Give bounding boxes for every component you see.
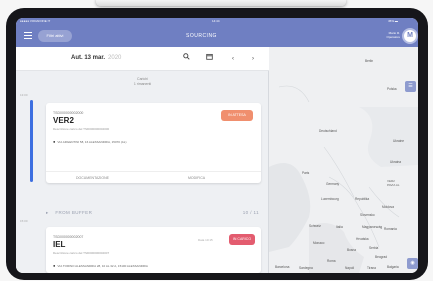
shipment-id: TSD000000002007	[53, 235, 84, 239]
map-city-label: Polska	[387, 87, 397, 91]
map-city-label: Berlin	[365, 59, 374, 63]
stylus	[96, 0, 346, 6]
shipment-description: Descrizione carico del TSD000000002007	[53, 251, 110, 255]
map-city-label: Roma	[327, 259, 336, 263]
map-city-label: Sardegna	[299, 266, 313, 270]
shipment-address: VIA TORINO ALESSANDRIA 28, 10 AL 32 A, 1…	[53, 263, 148, 268]
shipment-code: IEL	[53, 240, 66, 249]
chevron-right-icon[interactable]: ›	[246, 53, 260, 65]
time-mark-top: 13:00	[20, 93, 28, 97]
map-city-label: Germany	[326, 182, 340, 186]
shipment-address: VIA ARGENTINI 58, 16 ALESSANDRIA, 15070 …	[53, 139, 126, 144]
edit-link[interactable]: MODIFICA	[188, 176, 205, 180]
date-year: 2020	[108, 55, 122, 61]
map-city-label: Serbia	[369, 246, 379, 250]
tablet-frame: ●●●●● VODAFONE IT 14:44 45% ▬ Filtri att…	[6, 8, 428, 280]
user-role: Operatore	[386, 35, 400, 39]
map-city-label: Republika	[355, 197, 370, 201]
filter-pill[interactable]: Filtri attivi	[38, 30, 72, 42]
map-city-label: Ukraina	[390, 160, 401, 164]
card-footer: DOCUMENTAZIONE MODIFICA	[46, 171, 261, 183]
date-toolbar: Aut. 13 mar. 2020 ‹ ›	[16, 47, 269, 71]
shipment-time: Data 10:15	[198, 238, 213, 242]
map-city-label: Hrvatska	[356, 237, 369, 241]
app-title: SOURCING	[186, 33, 217, 39]
map-city-label: Schweiz	[309, 224, 321, 228]
map-marker-label[interactable]: VER2 PAVIA AL	[387, 179, 400, 187]
shipment-id: TSD000000002000	[53, 111, 84, 115]
buffer-header[interactable]: ▸ FROM BUFFER 10 / 11	[46, 210, 269, 220]
search-icon[interactable]	[179, 53, 193, 65]
map-city-label: Tirana	[367, 266, 376, 270]
loads-summary: Carichi 1 rimanenti	[16, 71, 269, 91]
map-city-label: Luxembourg	[321, 197, 339, 201]
map-city-label: Magyarország	[362, 225, 383, 229]
status-time: 14:44	[212, 19, 220, 23]
user-info: Mario R. Operatore	[374, 31, 400, 39]
map-city-label: Beograd	[375, 255, 388, 259]
timeline-bar	[30, 100, 33, 182]
calendar-icon[interactable]	[202, 53, 216, 65]
map-city-label: Moldova	[382, 205, 395, 209]
map-city-label: Romania	[384, 227, 397, 231]
map-city-label: Deutschland	[319, 129, 337, 133]
map-city-label: Barcelona	[275, 265, 290, 269]
map-city-label: Ukraine	[393, 139, 404, 143]
map-city-label: Italia	[336, 225, 343, 229]
map-city-label: Balgaria	[387, 265, 399, 269]
map-city-label: Slovensko	[360, 213, 375, 217]
status-badge: IN CARICO	[229, 234, 255, 245]
status-bar: ●●●●● VODAFONE IT 14:44 45% ▬	[16, 18, 418, 25]
map-city-label: Napoli	[345, 266, 355, 270]
map-city-label: Paris	[302, 171, 310, 175]
shipment-code: VER2	[53, 116, 74, 125]
status-badge: IN ATTESA	[221, 110, 253, 121]
map-city-label: Bosna	[347, 248, 357, 252]
status-carrier: ●●●●● VODAFONE IT	[20, 19, 51, 23]
locate-icon[interactable]: ◉	[407, 258, 418, 269]
date-label[interactable]: Aut. 13 mar. 2020	[71, 55, 121, 61]
avatar[interactable]: M	[402, 28, 418, 44]
date-text: Aut. 13 mar.	[71, 55, 106, 61]
buffer-count: 10 / 11	[242, 210, 259, 215]
chevron-left-icon[interactable]: ‹	[226, 53, 240, 65]
documents-link[interactable]: DOCUMENTAZIONE	[76, 176, 109, 180]
shipment-card[interactable]: TSD000000002007 IEL Descrizione carico d…	[46, 227, 261, 273]
marker-city: PAVIA AL	[387, 183, 400, 187]
shipment-description: Descrizione carico del TSD000000002000	[53, 127, 110, 131]
menu-icon[interactable]	[24, 32, 32, 40]
loads-remaining: 1 rimanenti	[133, 82, 152, 86]
time-mark-bottom: 15:00	[20, 219, 28, 223]
app-screen: ●●●●● VODAFONE IT 14:44 45% ▬ Filtri att…	[16, 18, 418, 273]
map-view[interactable]: Berlin Deutschland Polska Ukraine Paris …	[269, 47, 418, 273]
shipment-card[interactable]: TSD000000002000 VER2 Descrizione carico …	[46, 103, 261, 183]
status-battery: 45% ▬	[388, 19, 398, 23]
chevron-right-icon: ▸	[46, 210, 49, 215]
layers-icon[interactable]: ☰	[405, 81, 416, 92]
shipments-panel: Aut. 13 mar. 2020 ‹ › Carichi 1 rimanenti…	[16, 47, 269, 273]
map-city-label: Monaco	[313, 241, 325, 245]
buffer-label: FROM BUFFER	[55, 210, 93, 215]
app-bar: Filtri attivi SOURCING Mario R. Operator…	[16, 25, 418, 47]
